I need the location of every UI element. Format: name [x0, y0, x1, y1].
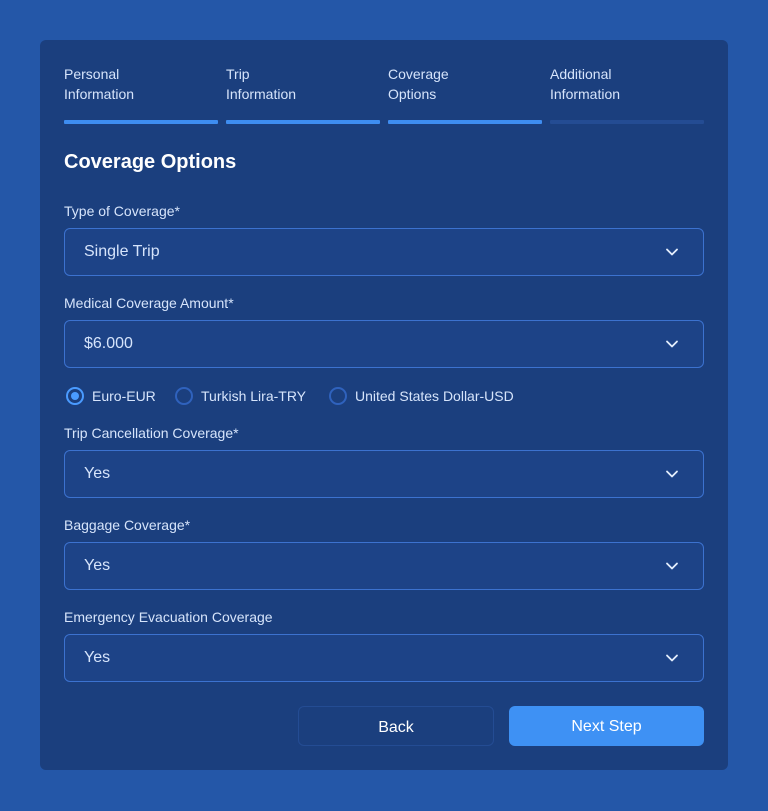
- select-value: Yes: [84, 557, 111, 574]
- emergency-evacuation-label: Emergency Evacuation Coverage: [64, 609, 273, 625]
- step-trip-information[interactable]: Trip Information: [226, 64, 380, 126]
- radio-label: Turkish Lira-TRY: [201, 388, 307, 404]
- select-value: Single Trip: [84, 243, 160, 260]
- medical-coverage-amount-label: Medical Coverage Amount*: [64, 295, 234, 311]
- section-title: Coverage Options: [64, 151, 237, 173]
- baggage-coverage-select[interactable]: Yes: [64, 542, 704, 590]
- select-value: Yes: [84, 465, 111, 482]
- step-personal-information[interactable]: Personal Information: [64, 64, 218, 126]
- back-button[interactable]: Back: [298, 706, 494, 746]
- step-coverage-options[interactable]: Coverage Options: [388, 64, 542, 126]
- type-of-coverage-label: Type of Coverage*: [64, 203, 180, 219]
- step-label: Trip Information: [226, 66, 297, 102]
- step-progress-bar: [226, 120, 380, 124]
- next-step-button[interactable]: Next Step: [509, 706, 704, 746]
- chevron-down-icon: [666, 562, 678, 570]
- medical-coverage-amount-select[interactable]: $6.000: [64, 320, 704, 368]
- step-progress-bar: [388, 120, 542, 124]
- chevron-down-icon: [666, 654, 678, 662]
- radio-label: Euro-EUR: [92, 388, 156, 404]
- radio-label: United States Dollar-USD: [355, 388, 514, 404]
- trip-cancellation-select[interactable]: Yes: [64, 450, 704, 498]
- step-label: Additional Information: [550, 66, 621, 102]
- chevron-down-icon: [666, 248, 678, 256]
- progress-stepper: Personal Information Trip Information Co…: [64, 64, 704, 126]
- radio-unselected-icon: [329, 387, 347, 405]
- radio-selected-icon: [66, 387, 84, 405]
- chevron-down-icon: [666, 340, 678, 348]
- step-label: Coverage Options: [388, 66, 449, 102]
- radio-unselected-icon: [175, 387, 193, 405]
- trip-cancellation-label: Trip Cancellation Coverage*: [64, 425, 239, 441]
- baggage-coverage-label: Baggage Coverage*: [64, 517, 191, 533]
- emergency-evacuation-select[interactable]: Yes: [64, 634, 704, 682]
- coverage-form-card: Personal Information Trip Information Co…: [40, 40, 728, 770]
- currency-radio-group: Euro-EUR Turkish Lira-TRY United States …: [64, 385, 704, 407]
- select-value: Yes: [84, 649, 111, 666]
- step-label: Personal Information: [64, 66, 135, 102]
- step-progress-bar: [64, 120, 218, 124]
- step-additional-information[interactable]: Additional Information: [550, 64, 704, 126]
- select-value: $6.000: [84, 335, 133, 352]
- chevron-down-icon: [666, 470, 678, 478]
- type-of-coverage-select[interactable]: Single Trip: [64, 228, 704, 276]
- step-progress-bar: [550, 120, 704, 124]
